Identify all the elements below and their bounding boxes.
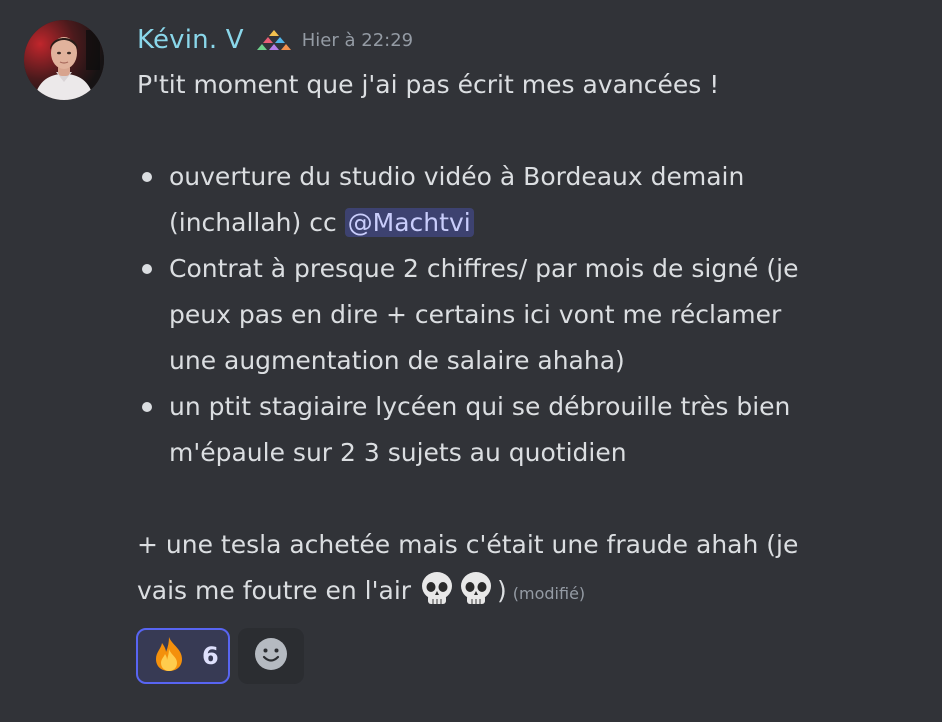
guild-tag-icon[interactable] <box>256 26 292 54</box>
list-item-text: (inchallah) cc <box>169 208 337 237</box>
list-item-text: (inchallah) cc @Machtvi <box>169 200 877 246</box>
message-outro-close: ) <box>497 576 507 605</box>
list-item: un ptit stagiaire lycéen qui se débrouil… <box>137 384 877 476</box>
message-outro-text: vais me foutre en l'air <box>137 576 412 605</box>
list-item-text: un ptit stagiaire lycéen qui se débrouil… <box>169 392 791 421</box>
edited-label: (modifié) <box>512 584 586 603</box>
list-item-text: une augmentation de salaire ahaha) <box>169 346 625 375</box>
user-avatar[interactable] <box>24 20 104 100</box>
message-header: Kévin. V Hier à 22:29 <box>137 20 413 60</box>
chat-message: Kévin. V Hier à 22:29 P'tit moment que j… <box>0 0 942 722</box>
bullet-dot <box>142 402 152 412</box>
message-outro: + une tesla achetée mais c'était une fra… <box>137 530 799 559</box>
user-mention[interactable]: @Machtvi <box>344 208 474 237</box>
message-intro: P'tit moment que j'ai pas écrit mes avan… <box>137 70 720 99</box>
list-item: ouverture du studio vidéo à Bordeaux dem… <box>137 154 877 246</box>
list-item-text: ouverture du studio vidéo à Bordeaux dem… <box>169 162 745 191</box>
fire-emoji <box>150 635 188 677</box>
list-item-text: m'épaule sur 2 3 sujets au quotidien <box>169 438 627 467</box>
smiley-icon <box>254 637 288 675</box>
bullet-dot <box>142 172 152 182</box>
message-outro: vais me foutre en l'air ) (modifié) <box>137 568 877 617</box>
skull-emoji[interactable] <box>458 571 494 607</box>
message-content: P'tit moment que j'ai pas écrit mes avan… <box>137 62 877 617</box>
reactions-bar: 6 <box>136 628 304 684</box>
reaction-count: 6 <box>202 642 219 670</box>
avatar-photo <box>24 20 104 100</box>
message-timestamp: Hier à 22:29 <box>301 29 414 51</box>
username[interactable]: Kévin. V <box>137 25 244 55</box>
list-item-text: Contrat à presque 2 chiffres/ par mois d… <box>169 254 799 283</box>
list-item-text: peux pas en dire + certains ici vont me … <box>169 300 782 329</box>
bullet-dot <box>142 264 152 274</box>
skull-emoji[interactable] <box>419 571 455 607</box>
reaction-fire[interactable]: 6 <box>136 628 230 684</box>
list-item: Contrat à presque 2 chiffres/ par mois d… <box>137 246 877 384</box>
add-reaction-button[interactable] <box>238 628 304 684</box>
bullet-list: ouverture du studio vidéo à Bordeaux dem… <box>137 154 877 476</box>
